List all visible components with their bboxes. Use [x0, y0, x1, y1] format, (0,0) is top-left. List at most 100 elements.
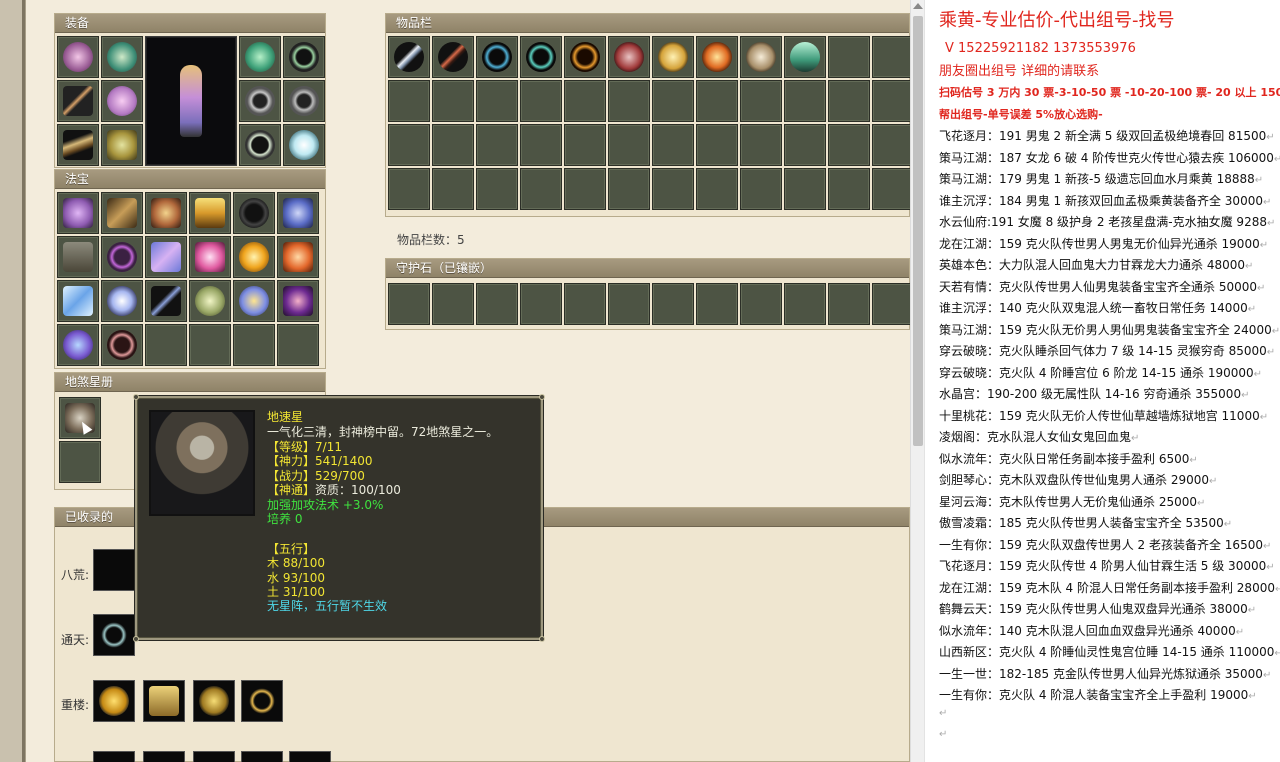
- extra-slot-4[interactable]: [241, 751, 283, 762]
- inventory-slot[interactable]: [828, 168, 870, 210]
- inventory-slot[interactable]: [608, 36, 650, 78]
- inventory-slot[interactable]: [652, 36, 694, 78]
- treasure-slot[interactable]: [101, 324, 143, 366]
- treasure-slot[interactable]: [233, 192, 275, 234]
- inventory-slot[interactable]: [388, 168, 430, 210]
- scrollbar-thumb[interactable]: [913, 16, 923, 446]
- inventory-slot[interactable]: [696, 36, 738, 78]
- guard-stone-slot[interactable]: [520, 283, 562, 325]
- chonglou-slot-3[interactable]: [193, 680, 235, 722]
- guard-stone-slot[interactable]: [740, 283, 782, 325]
- extra-slot-1[interactable]: [93, 751, 135, 762]
- inventory-slot[interactable]: [476, 80, 518, 122]
- guard-stone-slot[interactable]: [432, 283, 474, 325]
- equip-slot-5[interactable]: [57, 124, 99, 166]
- equip-slot-9[interactable]: [239, 80, 281, 122]
- inventory-slot[interactable]: [652, 80, 694, 122]
- inventory-slot[interactable]: [608, 124, 650, 166]
- inventory-slot[interactable]: [564, 80, 606, 122]
- inventory-slot[interactable]: [696, 168, 738, 210]
- guard-stone-slot[interactable]: [564, 283, 606, 325]
- chonglou-slot-2[interactable]: [143, 680, 185, 722]
- treasure-slot-empty[interactable]: [233, 324, 275, 366]
- treasure-slot[interactable]: [233, 280, 275, 322]
- treasure-slot[interactable]: [189, 280, 231, 322]
- inventory-slot[interactable]: [828, 36, 870, 78]
- inventory-slot[interactable]: [828, 124, 870, 166]
- inventory-slot[interactable]: [432, 124, 474, 166]
- treasure-slot[interactable]: [57, 324, 99, 366]
- equip-slot-4[interactable]: [101, 80, 143, 122]
- inventory-slot[interactable]: [432, 36, 474, 78]
- inventory-slot[interactable]: [784, 124, 826, 166]
- inventory-slot[interactable]: [696, 80, 738, 122]
- treasure-slot-empty[interactable]: [189, 324, 231, 366]
- inventory-slot[interactable]: [388, 36, 430, 78]
- chonglou-slot-1[interactable]: [93, 680, 135, 722]
- bahuang-slot[interactable]: [93, 549, 135, 591]
- treasure-slot[interactable]: [189, 192, 231, 234]
- treasure-slot[interactable]: [57, 236, 99, 278]
- inventory-slot[interactable]: [740, 36, 782, 78]
- inventory-slot[interactable]: [520, 168, 562, 210]
- treasure-slot[interactable]: [233, 236, 275, 278]
- inventory-slot[interactable]: [608, 168, 650, 210]
- inventory-slot[interactable]: [388, 124, 430, 166]
- equip-slot-3[interactable]: [57, 80, 99, 122]
- equip-slot-6[interactable]: [101, 124, 143, 166]
- treasure-slot[interactable]: [101, 280, 143, 322]
- equip-slot-1[interactable]: [57, 36, 99, 78]
- inventory-slot[interactable]: [872, 168, 914, 210]
- treasure-slot[interactable]: [145, 236, 187, 278]
- equip-slot-7[interactable]: [239, 36, 281, 78]
- inventory-slot[interactable]: [828, 80, 870, 122]
- inventory-slot[interactable]: [564, 124, 606, 166]
- inventory-slot[interactable]: [784, 168, 826, 210]
- inventory-slot[interactable]: [652, 168, 694, 210]
- equip-slot-2[interactable]: [101, 36, 143, 78]
- inventory-slot[interactable]: [872, 36, 914, 78]
- guard-stone-slot[interactable]: [696, 283, 738, 325]
- inventory-slot[interactable]: [740, 124, 782, 166]
- treasure-slot[interactable]: [57, 192, 99, 234]
- inventory-slot[interactable]: [784, 80, 826, 122]
- treasure-slot-empty[interactable]: [145, 324, 187, 366]
- guard-stone-slot[interactable]: [872, 283, 914, 325]
- chonglou-slot-4[interactable]: [241, 680, 283, 722]
- inventory-slot[interactable]: [432, 80, 474, 122]
- inventory-slot[interactable]: [564, 168, 606, 210]
- equip-slot-10[interactable]: [283, 80, 325, 122]
- treasure-slot[interactable]: [101, 236, 143, 278]
- inventory-slot[interactable]: [740, 80, 782, 122]
- tongtian-slot[interactable]: [93, 614, 135, 656]
- treasure-slot[interactable]: [57, 280, 99, 322]
- equip-slot-12[interactable]: [283, 124, 325, 166]
- guard-stone-slot[interactable]: [388, 283, 430, 325]
- inventory-slot[interactable]: [476, 36, 518, 78]
- inventory-slot[interactable]: [872, 124, 914, 166]
- inventory-slot[interactable]: [520, 80, 562, 122]
- inventory-slot[interactable]: [520, 36, 562, 78]
- treasure-slot[interactable]: [277, 280, 319, 322]
- treasure-slot[interactable]: [277, 236, 319, 278]
- treasure-slot[interactable]: [145, 280, 187, 322]
- inventory-slot[interactable]: [432, 168, 474, 210]
- equip-slot-11[interactable]: [239, 124, 281, 166]
- scroll-up-arrow-icon[interactable]: [913, 3, 923, 9]
- inventory-slot[interactable]: [476, 124, 518, 166]
- treasure-slot-empty[interactable]: [277, 324, 319, 366]
- treasure-slot[interactable]: [101, 192, 143, 234]
- vertical-scrollbar[interactable]: [910, 0, 924, 762]
- inventory-slot[interactable]: [652, 124, 694, 166]
- inventory-slot[interactable]: [388, 80, 430, 122]
- inventory-slot[interactable]: [740, 168, 782, 210]
- earth-star-slot[interactable]: [59, 441, 101, 483]
- earth-star-slot-selected[interactable]: [59, 397, 101, 439]
- extra-slot-2[interactable]: [143, 751, 185, 762]
- inventory-slot[interactable]: [696, 124, 738, 166]
- inventory-slot[interactable]: [476, 168, 518, 210]
- treasure-slot[interactable]: [189, 236, 231, 278]
- inventory-slot[interactable]: [784, 36, 826, 78]
- guard-stone-slot[interactable]: [828, 283, 870, 325]
- extra-slot-5[interactable]: [289, 751, 331, 762]
